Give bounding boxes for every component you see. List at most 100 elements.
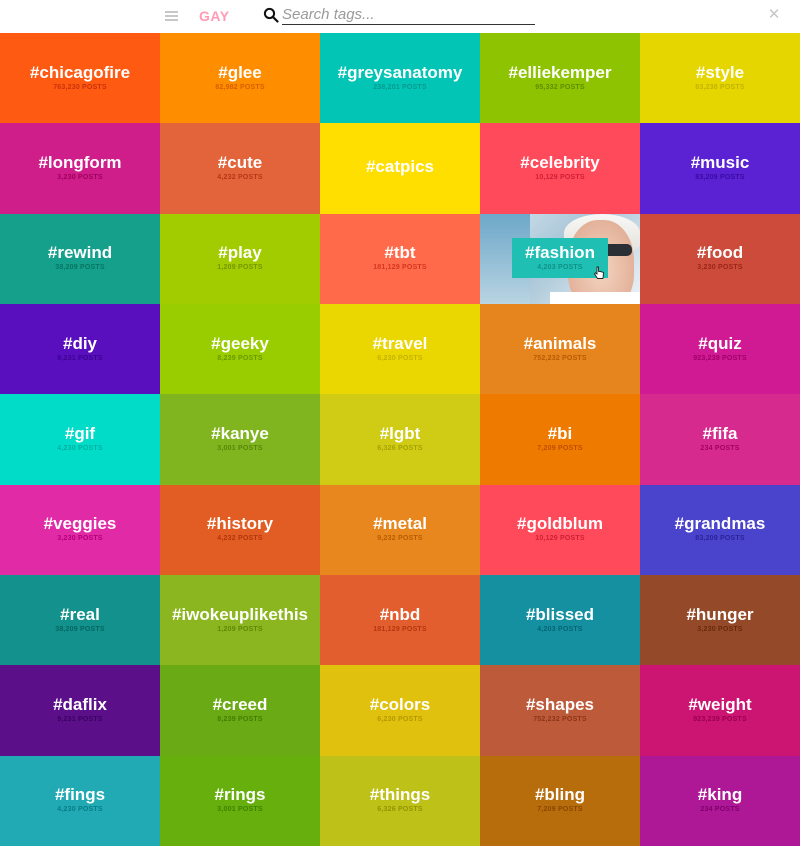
tag-tile[interactable]: #chicagofire 763,230 POSTS — [0, 33, 160, 124]
tag-tile[interactable]: #cute 4,232 POSTS — [160, 123, 320, 214]
tag-tile[interactable]: #fings 4,230 POSTS — [0, 755, 160, 846]
top-bar: GAY ✕ — [0, 0, 800, 33]
tile-post-count: 4,203 POSTS — [537, 625, 583, 633]
tile-post-count: 1,209 POSTS — [217, 625, 263, 633]
tile-post-count: 6,230 POSTS — [377, 354, 423, 362]
tile-tag-label: #play — [218, 243, 262, 263]
tag-tile[interactable]: #food 3,230 POSTS — [640, 213, 800, 304]
tile-post-count: 752,232 POSTS — [533, 354, 587, 362]
tag-tile[interactable]: #kanye 3,001 POSTS — [160, 394, 320, 485]
tag-tile[interactable]: #fashion 4,203 POSTS — [480, 213, 640, 304]
tag-tile[interactable]: #celebrity 10,129 POSTS — [480, 123, 640, 214]
hamburger-icon[interactable] — [165, 11, 178, 21]
tile-tag-label: #cute — [217, 152, 263, 172]
tag-tile[interactable]: #colors 6,230 POSTS — [320, 665, 480, 756]
search-icon — [263, 7, 279, 23]
tile-tag-label: #real — [60, 604, 100, 624]
tile-tag-label: #hunger — [686, 604, 754, 624]
tile-tag-label: #catpics — [365, 157, 435, 177]
tile-post-count: 82,982 POSTS — [215, 83, 265, 91]
tile-tag-label: #daflix — [53, 694, 107, 714]
tile-tag-label: #food — [696, 243, 744, 263]
tag-tile[interactable]: #fifa 234 POSTS — [640, 394, 800, 485]
tag-tile[interactable]: #iwokeuplikethis 1,209 POSTS — [160, 574, 320, 666]
tag-tile[interactable]: #shapes 752,232 POSTS — [480, 665, 640, 756]
tag-tile[interactable]: #catpics — [320, 123, 480, 214]
tag-tile[interactable]: #things 6,326 POSTS — [320, 755, 480, 846]
tag-tile[interactable]: #goldblum 10,129 POSTS — [480, 484, 640, 575]
tag-tile[interactable]: #style 83,238 POSTS — [640, 33, 800, 124]
tile-post-count: 752,232 POSTS — [533, 715, 587, 723]
search-input[interactable] — [282, 5, 535, 25]
tile-post-count: 8,239 POSTS — [217, 354, 263, 362]
tag-tile[interactable]: #diy 9,231 POSTS — [0, 303, 160, 395]
tag-tile[interactable]: #grandmas 83,209 POSTS — [640, 484, 800, 575]
tile-post-count: 7,209 POSTS — [537, 444, 583, 452]
tag-tile[interactable]: #elliekemper 95,332 POSTS — [480, 33, 640, 124]
tile-post-count: 181,129 POSTS — [373, 264, 427, 272]
tag-tile[interactable]: #daflix 9,231 POSTS — [0, 665, 160, 756]
tag-tile[interactable]: #hunger 3,230 POSTS — [640, 574, 800, 666]
tile-post-count: 3,230 POSTS — [697, 264, 743, 272]
tile-tag-label: #history — [206, 514, 274, 534]
tile-tag-label: #bi — [547, 423, 573, 443]
tag-tile[interactable]: #veggies 3,230 POSTS — [0, 484, 160, 575]
brand-logo[interactable]: GAY — [199, 8, 230, 24]
tile-tag-label: #geeky — [211, 333, 269, 353]
tag-tile[interactable]: #rings 3,001 POSTS — [160, 755, 320, 846]
photo-shirt — [550, 291, 640, 304]
tag-tile[interactable]: #geeky 8,239 POSTS — [160, 303, 320, 395]
tile-tag-label: #travel — [372, 333, 428, 353]
tile-post-count: 95,332 POSTS — [535, 83, 585, 91]
tag-tile[interactable]: #bling 7,209 POSTS — [480, 755, 640, 846]
tag-tile[interactable]: #history 4,232 POSTS — [160, 484, 320, 575]
tile-post-count: 4,232 POSTS — [217, 535, 263, 543]
tag-tile[interactable]: #king 234 POSTS — [640, 755, 800, 846]
tag-tile[interactable]: #tbt 181,129 POSTS — [320, 213, 480, 304]
tag-tile[interactable]: #bi 7,209 POSTS — [480, 394, 640, 485]
tile-post-count: 83,209 POSTS — [695, 535, 745, 543]
tile-post-count: 3,230 POSTS — [697, 625, 743, 633]
tile-post-count: 1,209 POSTS — [217, 264, 263, 272]
tile-tag-label: #metal — [373, 514, 427, 534]
tag-tile[interactable]: #quiz 923,239 POSTS — [640, 303, 800, 395]
tag-tile[interactable]: #longform 3,230 POSTS — [0, 123, 160, 214]
tile-tag-label: #fifa — [702, 423, 738, 443]
tag-tile[interactable]: #weight 923,239 POSTS — [640, 665, 800, 756]
tile-post-count: 10,129 POSTS — [535, 173, 585, 181]
tile-tag-label: #king — [697, 785, 743, 805]
tag-tile[interactable]: #animals 752,232 POSTS — [480, 303, 640, 395]
tag-tile[interactable]: #greysanatomy 238,201 POSTS — [320, 33, 480, 124]
tile-tag-label: #colors — [369, 694, 431, 714]
tag-tile[interactable]: #glee 82,982 POSTS — [160, 33, 320, 124]
tag-tile[interactable]: #nbd 181,129 POSTS — [320, 574, 480, 666]
tag-tile[interactable]: #blissed 4,203 POSTS — [480, 574, 640, 666]
tag-tile[interactable]: #real 38,209 POSTS — [0, 574, 160, 666]
tag-tile[interactable]: #lgbt 6,326 POSTS — [320, 394, 480, 485]
tile-tag-label: #longform — [38, 152, 122, 172]
tile-post-count: 234 POSTS — [700, 444, 740, 452]
close-icon[interactable]: ✕ — [767, 7, 781, 23]
tile-post-count: 923,239 POSTS — [693, 354, 747, 362]
tile-tag-label: #fings — [54, 785, 106, 805]
tile-post-count: 4,230 POSTS — [57, 444, 103, 452]
tag-tile[interactable]: #gif 4,230 POSTS — [0, 394, 160, 485]
tag-tile[interactable]: #creed 8,239 POSTS — [160, 665, 320, 756]
tile-tag-label: #kanye — [211, 423, 269, 443]
tag-tile[interactable]: #play 1,209 POSTS — [160, 213, 320, 304]
tile-tag-label: #rewind — [47, 243, 113, 263]
tag-tile[interactable]: #rewind 38,209 POSTS — [0, 213, 160, 304]
tile-tag-label: #music — [690, 152, 750, 172]
tile-tag-label: #creed — [212, 694, 268, 714]
tile-tag-label: #blissed — [525, 604, 595, 624]
tag-tile[interactable]: #metal 9,232 POSTS — [320, 484, 480, 575]
tag-tile[interactable]: #music 83,209 POSTS — [640, 123, 800, 214]
tag-tile[interactable]: #travel 6,230 POSTS — [320, 303, 480, 395]
tile-tag-label: #quiz — [698, 333, 742, 353]
tile-tag-label: #bling — [534, 785, 586, 805]
tile-post-count: 10,129 POSTS — [535, 535, 585, 543]
tile-post-count: 923,239 POSTS — [693, 715, 747, 723]
tile-tag-label: #elliekemper — [508, 62, 612, 82]
tile-tag-label: #grandmas — [674, 514, 766, 534]
tile-post-count: 6,230 POSTS — [377, 715, 423, 723]
